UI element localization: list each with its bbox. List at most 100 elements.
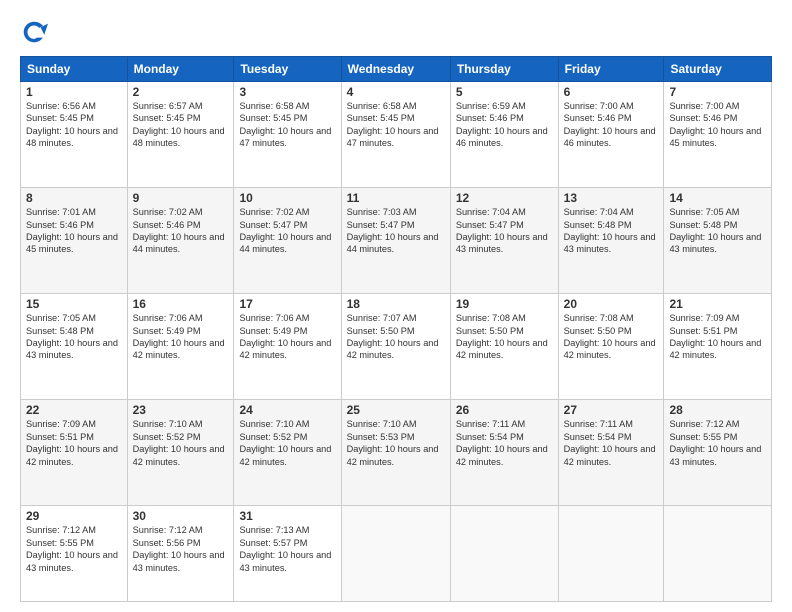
calendar-cell: 1Sunrise: 6:56 AMSunset: 5:45 PMDaylight…	[21, 82, 128, 188]
day-info: Sunrise: 7:00 AMSunset: 5:46 PMDaylight:…	[669, 100, 766, 150]
calendar-table: SundayMondayTuesdayWednesdayThursdayFrid…	[20, 56, 772, 602]
calendar-cell: 22Sunrise: 7:09 AMSunset: 5:51 PMDayligh…	[21, 400, 128, 506]
day-number: 12	[456, 191, 553, 205]
day-number: 28	[669, 403, 766, 417]
calendar-cell: 16Sunrise: 7:06 AMSunset: 5:49 PMDayligh…	[127, 294, 234, 400]
day-number: 23	[133, 403, 229, 417]
calendar-cell: 5Sunrise: 6:59 AMSunset: 5:46 PMDaylight…	[450, 82, 558, 188]
calendar-cell: 8Sunrise: 7:01 AMSunset: 5:46 PMDaylight…	[21, 188, 128, 294]
day-info: Sunrise: 6:58 AMSunset: 5:45 PMDaylight:…	[239, 100, 335, 150]
calendar-cell: 30Sunrise: 7:12 AMSunset: 5:56 PMDayligh…	[127, 506, 234, 602]
day-number: 13	[564, 191, 659, 205]
week-row-4: 22Sunrise: 7:09 AMSunset: 5:51 PMDayligh…	[21, 400, 772, 506]
weekday-header-wednesday: Wednesday	[341, 57, 450, 82]
week-row-2: 8Sunrise: 7:01 AMSunset: 5:46 PMDaylight…	[21, 188, 772, 294]
calendar-cell: 12Sunrise: 7:04 AMSunset: 5:47 PMDayligh…	[450, 188, 558, 294]
day-number: 17	[239, 297, 335, 311]
day-number: 31	[239, 509, 335, 523]
calendar-cell: 24Sunrise: 7:10 AMSunset: 5:52 PMDayligh…	[234, 400, 341, 506]
calendar-cell: 21Sunrise: 7:09 AMSunset: 5:51 PMDayligh…	[664, 294, 772, 400]
day-info: Sunrise: 7:02 AMSunset: 5:46 PMDaylight:…	[133, 206, 229, 256]
day-info: Sunrise: 7:10 AMSunset: 5:53 PMDaylight:…	[347, 418, 445, 468]
day-number: 2	[133, 85, 229, 99]
calendar-cell: 17Sunrise: 7:06 AMSunset: 5:49 PMDayligh…	[234, 294, 341, 400]
day-info: Sunrise: 6:58 AMSunset: 5:45 PMDaylight:…	[347, 100, 445, 150]
day-info: Sunrise: 7:00 AMSunset: 5:46 PMDaylight:…	[564, 100, 659, 150]
day-number: 14	[669, 191, 766, 205]
day-info: Sunrise: 7:03 AMSunset: 5:47 PMDaylight:…	[347, 206, 445, 256]
day-number: 5	[456, 85, 553, 99]
day-info: Sunrise: 7:12 AMSunset: 5:56 PMDaylight:…	[133, 524, 229, 574]
weekday-header-friday: Friday	[558, 57, 664, 82]
calendar-cell	[558, 506, 664, 602]
day-number: 22	[26, 403, 122, 417]
day-info: Sunrise: 7:06 AMSunset: 5:49 PMDaylight:…	[133, 312, 229, 362]
calendar-cell: 26Sunrise: 7:11 AMSunset: 5:54 PMDayligh…	[450, 400, 558, 506]
calendar-cell: 10Sunrise: 7:02 AMSunset: 5:47 PMDayligh…	[234, 188, 341, 294]
weekday-header-row: SundayMondayTuesdayWednesdayThursdayFrid…	[21, 57, 772, 82]
day-info: Sunrise: 7:09 AMSunset: 5:51 PMDaylight:…	[669, 312, 766, 362]
day-number: 3	[239, 85, 335, 99]
day-info: Sunrise: 7:12 AMSunset: 5:55 PMDaylight:…	[26, 524, 122, 574]
calendar-cell: 23Sunrise: 7:10 AMSunset: 5:52 PMDayligh…	[127, 400, 234, 506]
calendar-cell: 28Sunrise: 7:12 AMSunset: 5:55 PMDayligh…	[664, 400, 772, 506]
calendar-cell: 4Sunrise: 6:58 AMSunset: 5:45 PMDaylight…	[341, 82, 450, 188]
day-info: Sunrise: 6:59 AMSunset: 5:46 PMDaylight:…	[456, 100, 553, 150]
day-number: 8	[26, 191, 122, 205]
weekday-header-saturday: Saturday	[664, 57, 772, 82]
calendar-cell: 6Sunrise: 7:00 AMSunset: 5:46 PMDaylight…	[558, 82, 664, 188]
day-info: Sunrise: 7:01 AMSunset: 5:46 PMDaylight:…	[26, 206, 122, 256]
day-info: Sunrise: 6:56 AMSunset: 5:45 PMDaylight:…	[26, 100, 122, 150]
calendar-cell: 18Sunrise: 7:07 AMSunset: 5:50 PMDayligh…	[341, 294, 450, 400]
day-info: Sunrise: 7:04 AMSunset: 5:48 PMDaylight:…	[564, 206, 659, 256]
day-number: 7	[669, 85, 766, 99]
weekday-header-tuesday: Tuesday	[234, 57, 341, 82]
calendar-cell: 3Sunrise: 6:58 AMSunset: 5:45 PMDaylight…	[234, 82, 341, 188]
day-info: Sunrise: 7:10 AMSunset: 5:52 PMDaylight:…	[239, 418, 335, 468]
logo	[20, 18, 52, 46]
calendar-cell: 9Sunrise: 7:02 AMSunset: 5:46 PMDaylight…	[127, 188, 234, 294]
calendar-cell: 14Sunrise: 7:05 AMSunset: 5:48 PMDayligh…	[664, 188, 772, 294]
day-info: Sunrise: 7:05 AMSunset: 5:48 PMDaylight:…	[26, 312, 122, 362]
day-number: 25	[347, 403, 445, 417]
calendar-cell: 29Sunrise: 7:12 AMSunset: 5:55 PMDayligh…	[21, 506, 128, 602]
week-row-5: 29Sunrise: 7:12 AMSunset: 5:55 PMDayligh…	[21, 506, 772, 602]
day-number: 30	[133, 509, 229, 523]
day-info: Sunrise: 7:10 AMSunset: 5:52 PMDaylight:…	[133, 418, 229, 468]
calendar-cell: 25Sunrise: 7:10 AMSunset: 5:53 PMDayligh…	[341, 400, 450, 506]
day-info: Sunrise: 7:06 AMSunset: 5:49 PMDaylight:…	[239, 312, 335, 362]
day-number: 9	[133, 191, 229, 205]
day-number: 4	[347, 85, 445, 99]
day-info: Sunrise: 7:08 AMSunset: 5:50 PMDaylight:…	[456, 312, 553, 362]
calendar-cell: 11Sunrise: 7:03 AMSunset: 5:47 PMDayligh…	[341, 188, 450, 294]
day-number: 27	[564, 403, 659, 417]
day-info: Sunrise: 7:04 AMSunset: 5:47 PMDaylight:…	[456, 206, 553, 256]
day-info: Sunrise: 7:12 AMSunset: 5:55 PMDaylight:…	[669, 418, 766, 468]
calendar-cell	[341, 506, 450, 602]
day-number: 6	[564, 85, 659, 99]
calendar-cell: 13Sunrise: 7:04 AMSunset: 5:48 PMDayligh…	[558, 188, 664, 294]
calendar-cell: 27Sunrise: 7:11 AMSunset: 5:54 PMDayligh…	[558, 400, 664, 506]
calendar-cell: 19Sunrise: 7:08 AMSunset: 5:50 PMDayligh…	[450, 294, 558, 400]
day-info: Sunrise: 7:09 AMSunset: 5:51 PMDaylight:…	[26, 418, 122, 468]
day-info: Sunrise: 7:05 AMSunset: 5:48 PMDaylight:…	[669, 206, 766, 256]
day-info: Sunrise: 7:11 AMSunset: 5:54 PMDaylight:…	[456, 418, 553, 468]
day-info: Sunrise: 7:13 AMSunset: 5:57 PMDaylight:…	[239, 524, 335, 574]
logo-icon	[20, 18, 48, 46]
calendar-cell	[664, 506, 772, 602]
day-info: Sunrise: 7:07 AMSunset: 5:50 PMDaylight:…	[347, 312, 445, 362]
calendar-cell: 31Sunrise: 7:13 AMSunset: 5:57 PMDayligh…	[234, 506, 341, 602]
weekday-header-thursday: Thursday	[450, 57, 558, 82]
day-info: Sunrise: 6:57 AMSunset: 5:45 PMDaylight:…	[133, 100, 229, 150]
day-info: Sunrise: 7:08 AMSunset: 5:50 PMDaylight:…	[564, 312, 659, 362]
day-number: 29	[26, 509, 122, 523]
calendar-cell: 7Sunrise: 7:00 AMSunset: 5:46 PMDaylight…	[664, 82, 772, 188]
day-number: 11	[347, 191, 445, 205]
day-number: 26	[456, 403, 553, 417]
day-info: Sunrise: 7:02 AMSunset: 5:47 PMDaylight:…	[239, 206, 335, 256]
weekday-header-sunday: Sunday	[21, 57, 128, 82]
calendar-cell: 20Sunrise: 7:08 AMSunset: 5:50 PMDayligh…	[558, 294, 664, 400]
day-number: 19	[456, 297, 553, 311]
header	[20, 18, 772, 46]
week-row-1: 1Sunrise: 6:56 AMSunset: 5:45 PMDaylight…	[21, 82, 772, 188]
